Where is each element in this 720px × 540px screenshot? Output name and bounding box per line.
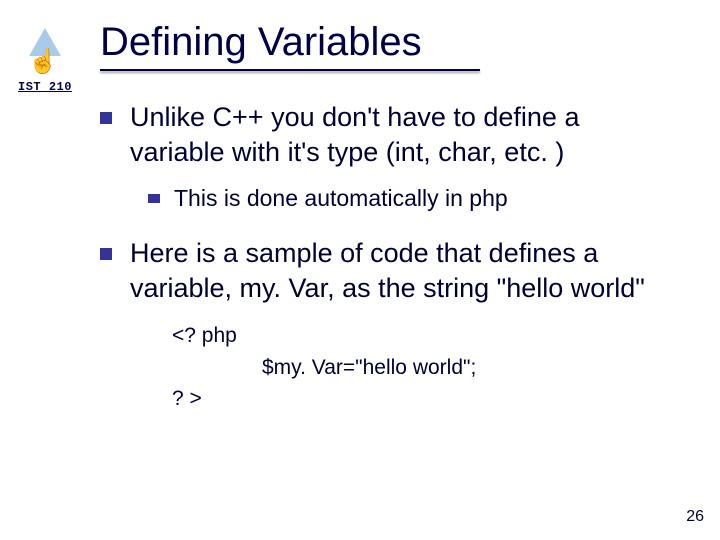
slide: ☝ IST 210 Defining Variables Unlike C++ … (0, 0, 720, 540)
code-line-3: ? > (172, 383, 680, 415)
bullet-1-text: Unlike C++ you don't have to define a va… (130, 100, 680, 170)
code-sample: <? php $my. Var="hello world"; ? > (172, 320, 680, 415)
course-icon: ☝ (20, 28, 70, 78)
slide-title-text: Defining Variables (100, 20, 422, 64)
slide-title: Defining Variables (100, 20, 480, 71)
bullet-1-sub: This is done automatically in php (148, 184, 680, 214)
bullet-2: Here is a sample of code that defines a … (100, 236, 680, 306)
bullet-2-text: Here is a sample of code that defines a … (130, 236, 680, 306)
bullet-icon (100, 112, 112, 124)
course-badge: ☝ IST 210 (10, 28, 80, 94)
slide-body: Unlike C++ you don't have to define a va… (100, 100, 680, 415)
page-number: 26 (686, 508, 704, 526)
code-line-1: <? php (172, 320, 680, 352)
bullet-1: Unlike C++ you don't have to define a va… (100, 100, 680, 170)
title-underline (100, 69, 480, 71)
course-code: IST 210 (10, 80, 80, 94)
code-line-2: $my. Var="hello world"; (262, 352, 680, 384)
bullet-icon (148, 194, 160, 203)
bullet-1-sub-text: This is done automatically in php (174, 184, 508, 214)
bullet-icon (100, 248, 112, 260)
